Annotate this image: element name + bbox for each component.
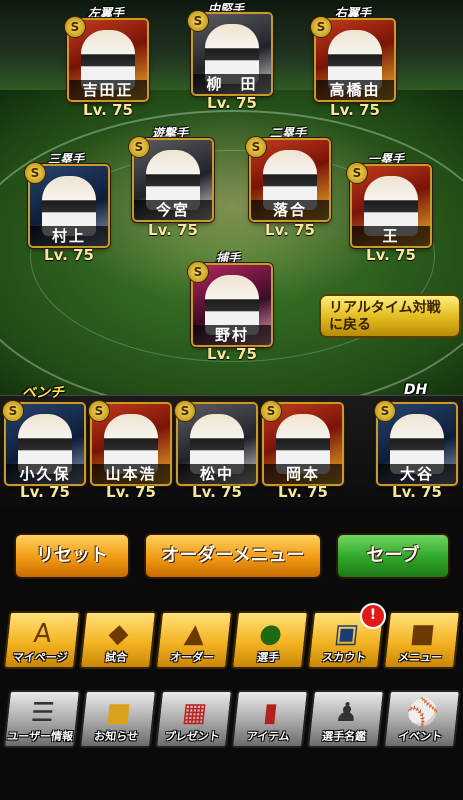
menu-label: プレゼント xyxy=(163,730,221,743)
player-name: 王 xyxy=(352,226,430,246)
rank-badge-icon: S xyxy=(245,136,267,158)
submenu-directory-button[interactable]: ♟ 選手名鑑 xyxy=(306,690,386,748)
player-level: Lv. 75 xyxy=(106,483,156,501)
submenu-event-button[interactable]: ⚾ イベント xyxy=(382,690,462,748)
present-icon: ▦ xyxy=(180,698,209,728)
scout-icon: ▣ xyxy=(332,619,361,649)
player-name: 山本浩 xyxy=(92,464,170,484)
menu-label: お知らせ xyxy=(93,730,139,743)
menu-mypage-button[interactable]: A マイページ xyxy=(2,611,82,669)
position-label-third-base: 三塁手 xyxy=(48,152,85,166)
player-level: Lv. 75 xyxy=(44,246,94,264)
bench-label: ベンチ xyxy=(22,385,64,401)
rank-badge-icon: S xyxy=(24,162,46,184)
player-name: 岡本 xyxy=(264,464,342,484)
position-label-shortstop: 遊撃手 xyxy=(152,126,189,140)
player-name: 松中 xyxy=(178,464,256,484)
position-label-catcher: 捕手 xyxy=(216,251,241,265)
menu-label: ユーザー情報 xyxy=(6,730,74,743)
rank-badge-icon: S xyxy=(187,261,209,283)
rank-badge-icon: S xyxy=(346,162,368,184)
rank-badge-icon: S xyxy=(187,10,209,32)
scout-alert-badge: ! xyxy=(360,603,386,629)
dh-label: DH xyxy=(404,382,428,398)
rank-badge-icon: S xyxy=(128,136,150,158)
player-level: Lv. 75 xyxy=(265,221,315,239)
player-level: Lv. 75 xyxy=(207,94,257,112)
menu-label: イベント xyxy=(397,730,443,743)
player-level: Lv. 75 xyxy=(192,483,242,501)
player-level: Lv. 75 xyxy=(278,483,328,501)
order-icon: ▲ xyxy=(183,619,207,649)
position-label-right-field: 右翼手 xyxy=(335,6,372,20)
order-menu-button[interactable]: オーダーメニュー xyxy=(144,533,322,579)
user-info-icon: ☰ xyxy=(29,698,56,728)
player-level: Lv. 75 xyxy=(330,101,380,119)
player-level: Lv. 75 xyxy=(207,345,257,363)
submenu-item-button[interactable]: ▮ アイテム xyxy=(230,690,310,748)
rank-badge-icon: S xyxy=(88,400,110,422)
player-level: Lv. 75 xyxy=(392,483,442,501)
menu-icon: ■ xyxy=(408,619,437,649)
player-level: Lv. 75 xyxy=(83,101,133,119)
position-label-left-field: 左翼手 xyxy=(88,6,125,20)
player-name: 村上 xyxy=(30,226,108,246)
menu-label: マイページ xyxy=(12,651,69,664)
realtime-battle-return-button[interactable]: リアルタイム対戦に戻る xyxy=(319,294,461,338)
menu-label: スカウト xyxy=(321,651,367,664)
menu-label: オーダー xyxy=(169,651,215,664)
player-name: 吉田正 xyxy=(69,80,147,100)
player-level: Lv. 75 xyxy=(148,221,198,239)
rank-badge-icon: S xyxy=(310,16,332,38)
event-icon: ⚾ xyxy=(404,698,441,728)
rank-badge-icon: S xyxy=(374,400,396,422)
menu-menu-button[interactable]: ■ メニュー xyxy=(382,611,462,669)
submenu-present-button[interactable]: ▦ プレゼント xyxy=(154,690,234,748)
rank-badge-icon: S xyxy=(2,400,24,422)
mypage-icon: A xyxy=(32,619,54,649)
player-name: 小久保 xyxy=(6,464,84,484)
player-name: 落合 xyxy=(251,200,329,220)
player-name: 野村 xyxy=(193,325,271,345)
player-name: 今宮 xyxy=(134,200,212,220)
menu-match-button[interactable]: ◆ 試合 xyxy=(78,611,158,669)
player-name: 高橋由 xyxy=(316,80,394,100)
menu-label: 試合 xyxy=(104,651,128,664)
reset-button[interactable]: リセット xyxy=(14,533,130,579)
rank-badge-icon: S xyxy=(64,16,86,38)
submenu-user-info-button[interactable]: ☰ ユーザー情報 xyxy=(2,690,82,748)
save-button[interactable]: セーブ xyxy=(336,533,450,579)
menu-label: 選手名鑑 xyxy=(321,730,367,743)
player-level: Lv. 75 xyxy=(20,483,70,501)
submenu-news-button[interactable]: ■ お知らせ xyxy=(78,690,158,748)
menu-label: アイテム xyxy=(246,730,291,743)
player-level: Lv. 75 xyxy=(366,246,416,264)
position-label-first-base: 一塁手 xyxy=(368,152,405,166)
rank-badge-icon: S xyxy=(260,400,282,422)
menu-order-button[interactable]: ▲ オーダー xyxy=(154,611,234,669)
news-icon: ■ xyxy=(104,698,133,728)
item-icon: ▮ xyxy=(261,698,280,728)
menu-label: メニュー xyxy=(397,651,443,664)
player-name: 大谷 xyxy=(378,464,456,484)
match-icon: ◆ xyxy=(107,619,131,649)
player-name: 柳 田 xyxy=(193,74,271,94)
menu-player-button[interactable]: ● 選手 xyxy=(230,611,310,669)
position-label-second-base: 二塁手 xyxy=(270,126,307,140)
menu-label: 選手 xyxy=(256,651,280,664)
player-icon: ● xyxy=(257,619,284,649)
directory-icon: ♟ xyxy=(333,698,360,728)
rank-badge-icon: S xyxy=(174,400,196,422)
